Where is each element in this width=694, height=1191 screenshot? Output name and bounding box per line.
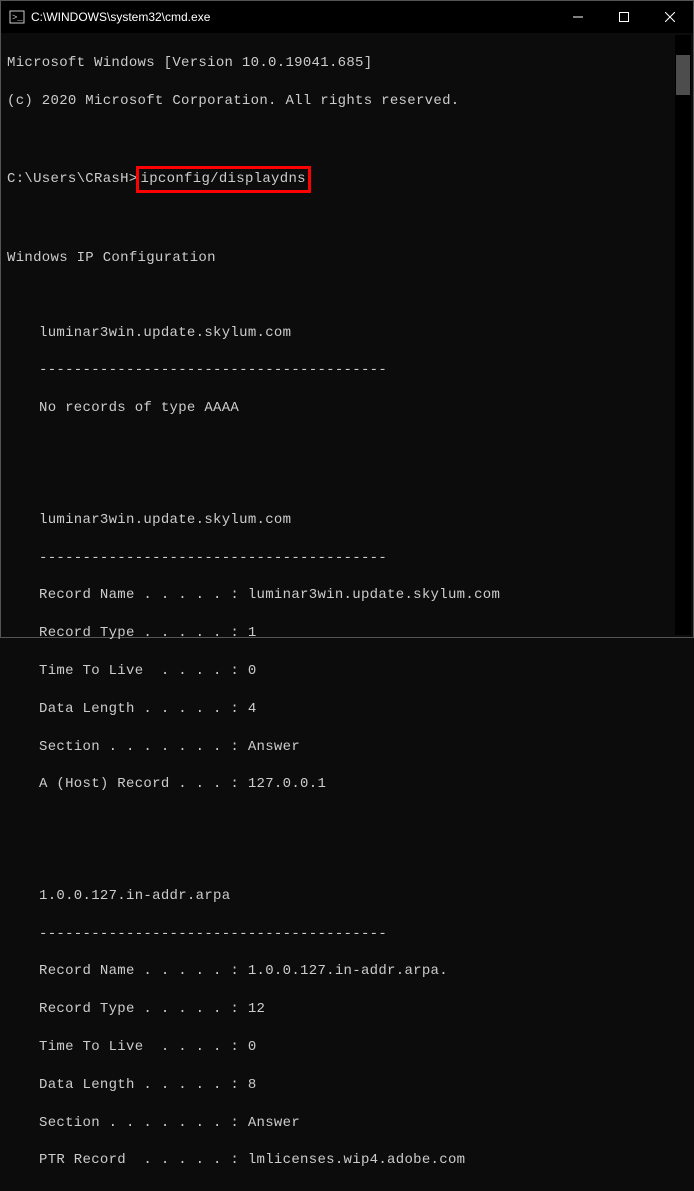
block3-divider: ---------------------------------------- bbox=[7, 925, 687, 944]
block2-record-name: Record Name . . . . . : luminar3win.upda… bbox=[7, 586, 687, 605]
cmd-icon: >_ bbox=[9, 9, 25, 25]
block1-host: luminar3win.update.skylum.com bbox=[7, 324, 687, 343]
command-highlight: ipconfig/displaydns bbox=[136, 166, 311, 193]
blank-line bbox=[7, 437, 687, 455]
maximize-button[interactable] bbox=[601, 1, 647, 33]
block3-host: 1.0.0.127.in-addr.arpa bbox=[7, 887, 687, 906]
copyright-line: (c) 2020 Microsoft Corporation. All righ… bbox=[7, 92, 687, 111]
block2-divider: ---------------------------------------- bbox=[7, 549, 687, 568]
blank-line bbox=[7, 212, 687, 230]
window-titlebar: >_ C:\WINDOWS\system32\cmd.exe bbox=[1, 1, 693, 33]
block3-section: Section . . . . . . . : Answer bbox=[7, 1114, 687, 1133]
block1-message: No records of type AAAA bbox=[7, 399, 687, 418]
block2-section: Section . . . . . . . : Answer bbox=[7, 738, 687, 757]
block3-record-name: Record Name . . . . . : 1.0.0.127.in-add… bbox=[7, 962, 687, 981]
block1-divider: ---------------------------------------- bbox=[7, 361, 687, 380]
window-title: C:\WINDOWS\system32\cmd.exe bbox=[31, 10, 210, 24]
command-text: ipconfig/displaydns bbox=[141, 171, 306, 187]
prompt-line: C:\Users\CRasH>ipconfig/displaydns bbox=[7, 166, 687, 193]
vertical-scrollbar[interactable] bbox=[675, 35, 691, 635]
terminal-output: Microsoft Windows [Version 10.0.19041.68… bbox=[1, 33, 693, 1191]
block2-ttl: Time To Live . . . . : 0 bbox=[7, 662, 687, 681]
block3-record-type: Record Type . . . . . : 12 bbox=[7, 1000, 687, 1019]
titlebar-left: >_ C:\WINDOWS\system32\cmd.exe bbox=[9, 9, 210, 25]
block2-host: luminar3win.update.skylum.com bbox=[7, 511, 687, 530]
block3-data-length: Data Length . . . . . : 8 bbox=[7, 1076, 687, 1095]
prompt-prefix: C:\Users\CRasH> bbox=[7, 171, 138, 187]
block3-ttl: Time To Live . . . . : 0 bbox=[7, 1038, 687, 1057]
version-line: Microsoft Windows [Version 10.0.19041.68… bbox=[7, 54, 687, 73]
minimize-button[interactable] bbox=[555, 1, 601, 33]
window-controls bbox=[555, 1, 693, 33]
blank-line bbox=[7, 813, 687, 831]
block3-ptr-record: PTR Record . . . . . : lmlicenses.wip4.a… bbox=[7, 1151, 687, 1170]
block2-a-record: A (Host) Record . . . : 127.0.0.1 bbox=[7, 775, 687, 794]
close-button[interactable] bbox=[647, 1, 693, 33]
blank-line bbox=[7, 287, 687, 305]
blank-line bbox=[7, 850, 687, 868]
block2-data-length: Data Length . . . . . : 4 bbox=[7, 700, 687, 719]
block2-record-type: Record Type . . . . . : 1 bbox=[7, 624, 687, 643]
svg-text:>_: >_ bbox=[12, 13, 23, 23]
config-header: Windows IP Configuration bbox=[7, 249, 687, 268]
blank-line bbox=[7, 129, 687, 147]
blank-line bbox=[7, 474, 687, 492]
scrollbar-thumb[interactable] bbox=[676, 55, 690, 95]
